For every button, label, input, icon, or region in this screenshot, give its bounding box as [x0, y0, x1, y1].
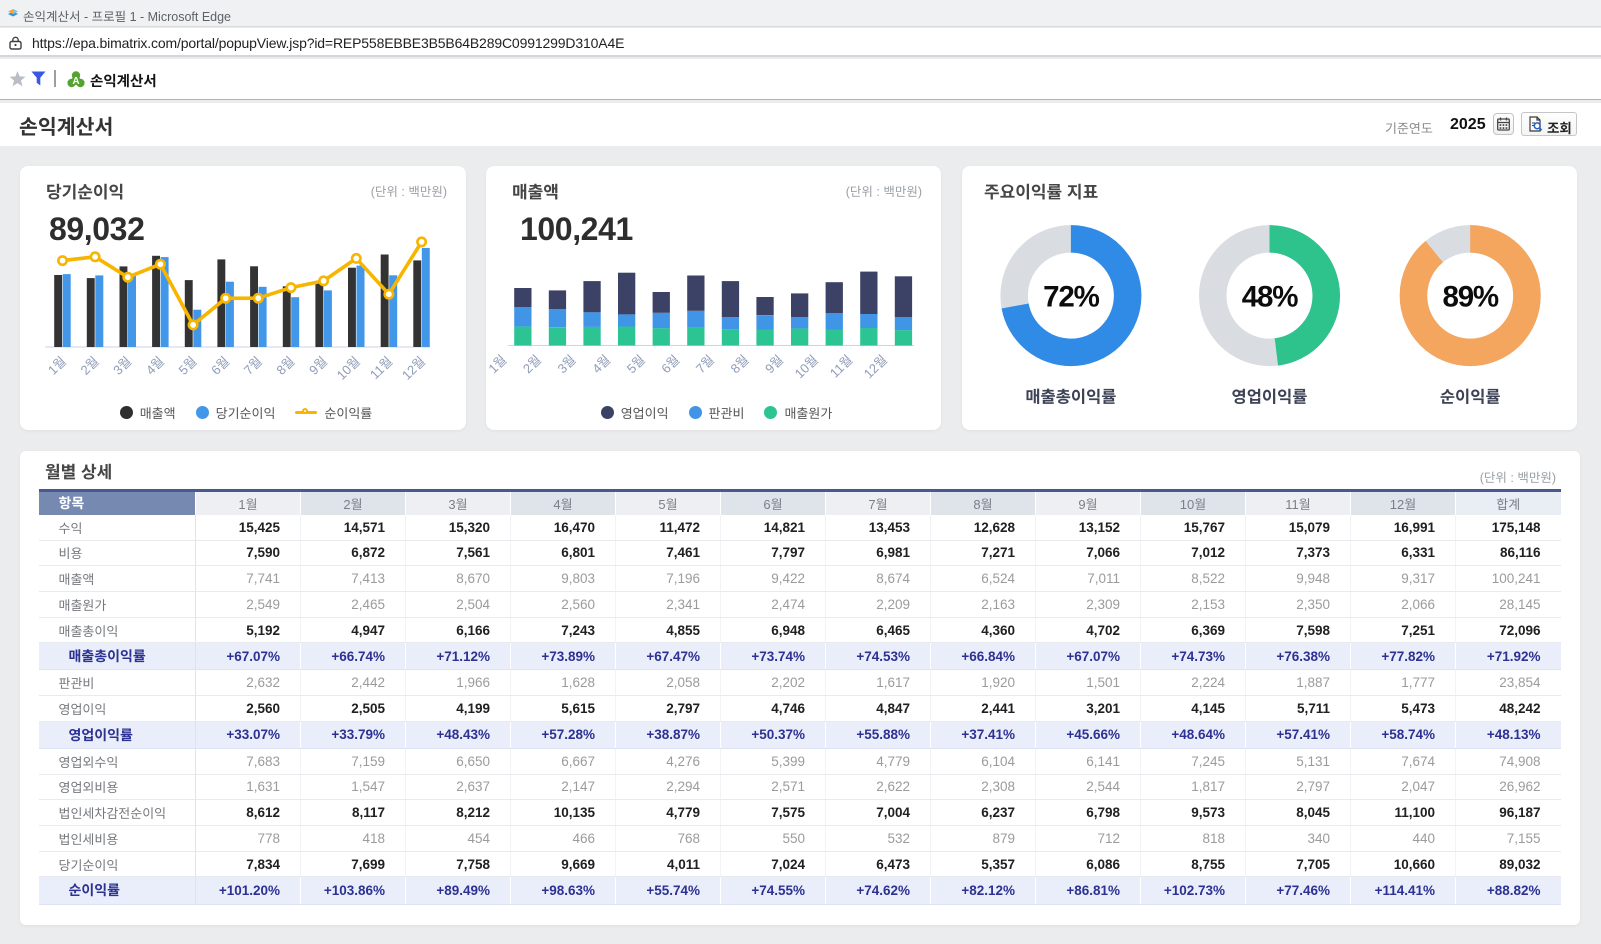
svg-text:매출총이익률: 매출총이익률	[1025, 389, 1116, 407]
svg-text:10월: 10월	[334, 354, 363, 383]
svg-text:8월: 8월	[273, 354, 297, 378]
svg-text:2월: 2월	[520, 352, 544, 376]
svg-text:12월: 12월	[861, 352, 890, 381]
svg-text:11월: 11월	[827, 352, 856, 381]
svg-text:3월: 3월	[555, 352, 579, 376]
svg-text:1월: 1월	[45, 354, 69, 378]
svg-text:48%: 48%	[1242, 281, 1298, 314]
svg-text:12월: 12월	[399, 354, 428, 383]
svg-text:72%: 72%	[1043, 281, 1099, 314]
svg-text:89%: 89%	[1442, 281, 1498, 314]
svg-text:4월: 4월	[589, 352, 613, 376]
svg-text:6월: 6월	[208, 354, 232, 378]
svg-text:영업이익률: 영업이익률	[1232, 389, 1308, 407]
svg-text:7월: 7월	[241, 354, 265, 378]
svg-text:7월: 7월	[693, 352, 717, 376]
svg-text:6월: 6월	[658, 352, 682, 376]
svg-text:10월: 10월	[792, 352, 821, 381]
svg-text:5월: 5월	[176, 354, 200, 378]
svg-text:순이익률: 순이익률	[1440, 389, 1501, 407]
svg-text:2월: 2월	[78, 354, 102, 378]
svg-text:9월: 9월	[762, 352, 786, 376]
svg-text:11월: 11월	[367, 354, 396, 383]
svg-text:1월: 1월	[486, 352, 510, 376]
svg-text:3월: 3월	[110, 354, 134, 378]
svg-text:9월: 9월	[306, 354, 330, 378]
svg-text:5월: 5월	[624, 352, 648, 376]
svg-text:4월: 4월	[143, 354, 167, 378]
svg-text:8월: 8월	[728, 352, 752, 376]
svg-text:A: A	[72, 76, 79, 87]
